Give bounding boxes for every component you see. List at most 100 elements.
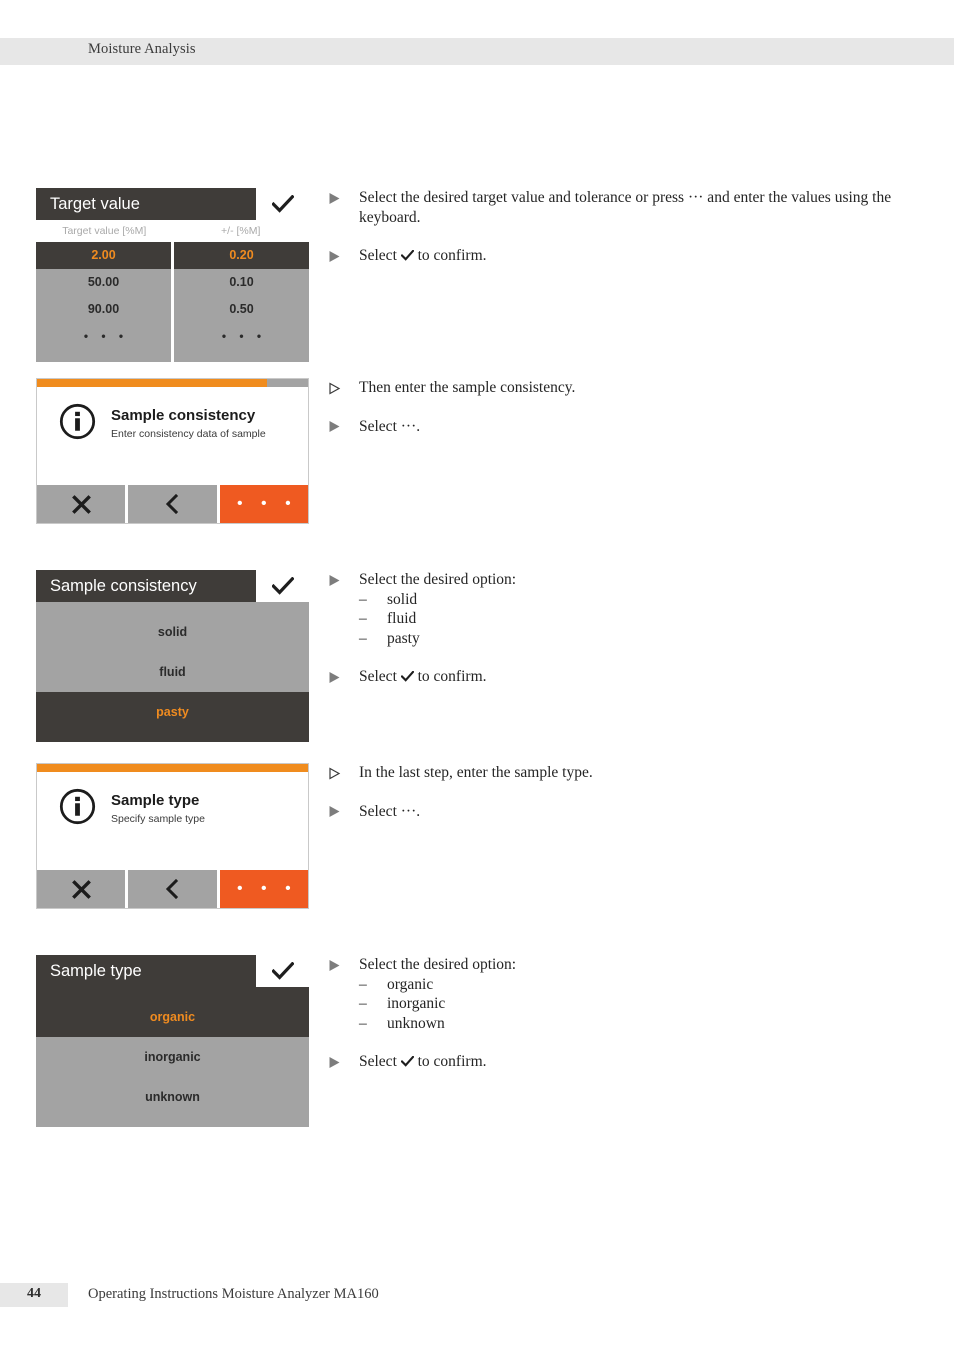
instruction-item: Select the desired option: – organic – ino… xyxy=(328,955,928,1033)
table-row[interactable]: 0.10 xyxy=(174,269,309,296)
info-dialog-subtitle: Enter consistency data of sample xyxy=(111,428,266,440)
check-icon xyxy=(271,195,294,213)
filled-triangle-icon xyxy=(329,421,340,432)
instruction-sub-list: – solid – fluid – pasty xyxy=(359,590,928,649)
filled-triangle-icon xyxy=(329,1056,340,1068)
instruction-item: Select the desired target value and tole… xyxy=(328,188,928,227)
list-item[interactable]: unknown xyxy=(36,1077,309,1117)
more-button[interactable]: • • • xyxy=(219,870,308,908)
device-title: Sample consistency xyxy=(36,570,256,602)
footer-text: Operating Instructions Moisture Analyzer… xyxy=(88,1286,379,1302)
info-dialog: Sample type Specify sample type • • • xyxy=(36,763,309,909)
table-row-more[interactable]: • • • xyxy=(36,323,171,350)
tolerance-column: 0.20 0.10 0.50 • • • xyxy=(174,242,309,362)
sub-list-item: – pasty xyxy=(359,629,928,649)
table-row-more[interactable]: • • • xyxy=(174,323,309,350)
instruction-text-after: to confirm. xyxy=(413,668,487,685)
close-x-icon xyxy=(71,879,91,899)
instruction-item: Select ···. xyxy=(328,417,928,437)
info-dialog-subtitle: Specify sample type xyxy=(111,813,205,825)
check-icon xyxy=(271,962,294,980)
list-item[interactable]: organic xyxy=(36,997,309,1037)
cancel-button[interactable] xyxy=(37,485,126,523)
sub-list-item: – inorganic xyxy=(359,994,928,1014)
table-row[interactable]: 0.20 xyxy=(174,242,309,269)
table-row[interactable]: 50.00 xyxy=(36,269,171,296)
back-button[interactable] xyxy=(128,485,217,523)
instruction-text: Select the desired option: xyxy=(359,956,517,973)
list-item[interactable]: pasty xyxy=(36,692,309,732)
sub-list-item: – solid xyxy=(359,590,928,610)
filled-triangle-icon xyxy=(329,574,340,586)
device-screen-sample-consistency-list[interactable]: Sample consistency solid fluid pasty xyxy=(36,570,309,742)
sub-list-label: pasty xyxy=(387,629,420,647)
sub-list-item: – unknown xyxy=(359,1014,928,1034)
check-icon xyxy=(400,671,414,682)
check-icon xyxy=(271,577,294,595)
sub-list-label: inorganic xyxy=(387,995,446,1012)
check-icon xyxy=(400,250,414,261)
info-dialog-body: Sample type Specify sample type xyxy=(37,772,308,870)
list-item[interactable]: inorganic xyxy=(36,1037,309,1077)
instruction-text-after: to confirm. xyxy=(413,247,487,264)
option-list: organic inorganic unknown xyxy=(36,987,309,1127)
table-row[interactable]: 90.00 xyxy=(36,296,171,323)
table-row[interactable]: 0.50 xyxy=(174,296,309,323)
sub-list-item: – fluid xyxy=(359,609,928,629)
progress-bar-track xyxy=(37,379,308,387)
table-row[interactable]: 2.00 xyxy=(36,242,171,269)
confirm-button[interactable] xyxy=(256,570,309,602)
dash-marker: – xyxy=(359,1014,367,1032)
progress-bar-fill xyxy=(37,379,268,387)
back-button[interactable] xyxy=(128,870,217,908)
device-screen-sample-consistency-info[interactable]: Sample consistency Enter consistency dat… xyxy=(36,378,309,524)
chevron-left-icon xyxy=(166,494,179,514)
list-item[interactable]: solid xyxy=(36,612,309,652)
instruction-text: Select ···. xyxy=(359,417,421,435)
instruction-text-after: to confirm. xyxy=(413,1053,487,1070)
instruction-item: Select to confirm. xyxy=(328,246,928,266)
device-screen-sample-type-info[interactable]: Sample type Specify sample type • • • xyxy=(36,763,309,909)
device-titlebar: Target value xyxy=(36,188,309,220)
info-dialog-title: Sample type xyxy=(111,792,200,809)
instruction-text: In the last step, enter the sample type. xyxy=(359,764,593,781)
confirm-button[interactable] xyxy=(256,955,309,987)
list-spacer xyxy=(36,732,309,742)
dash-marker: – xyxy=(359,975,367,993)
progress-bar-fill xyxy=(37,764,308,772)
dash-marker: – xyxy=(359,610,367,627)
page-header-title: Moisture Analysis xyxy=(88,41,196,57)
list-item[interactable]: fluid xyxy=(36,652,309,692)
target-value-column: 2.00 50.00 90.00 • • • xyxy=(36,242,171,362)
device-titlebar: Sample consistency xyxy=(36,570,309,602)
column-filler xyxy=(174,350,309,362)
instruction-text-before: Select xyxy=(359,247,401,264)
filled-triangle-icon xyxy=(329,959,340,971)
info-dialog-buttons: • • • xyxy=(37,870,308,908)
dash-marker: – xyxy=(359,995,367,1012)
sub-list-label: solid xyxy=(387,590,418,608)
cancel-button[interactable] xyxy=(37,870,126,908)
instruction-sub-list: – organic – inorganic – unknown xyxy=(359,975,928,1034)
sub-list-label: organic xyxy=(387,975,434,993)
device-screen-target-value[interactable]: Target value Target value [%M] +/- [%M] … xyxy=(36,188,309,362)
instruction-item: Select ···. xyxy=(328,802,928,822)
option-list: solid fluid pasty xyxy=(36,602,309,742)
sub-list-item: – organic xyxy=(359,975,928,995)
footer-page-number: 44 xyxy=(27,1286,41,1301)
instruction-item: Select to confirm. xyxy=(328,1052,928,1072)
list-spacer xyxy=(36,987,309,997)
instruction-item: Select to confirm. xyxy=(328,667,928,687)
column-filler xyxy=(36,350,171,362)
device-screen-sample-type-list[interactable]: Sample type organic inorganic unknown xyxy=(36,955,309,1127)
more-button[interactable]: • • • xyxy=(219,485,308,523)
ellipsis-icon: • • • xyxy=(236,880,298,897)
instruction-item: Then enter the sample consistency. xyxy=(328,378,928,398)
info-icon xyxy=(59,403,96,440)
device-title: Target value xyxy=(36,188,256,220)
filled-triangle-icon xyxy=(329,192,340,204)
instructions-sample-type-info: In the last step, enter the sample type.… xyxy=(328,763,928,821)
info-dialog-buttons: • • • xyxy=(37,485,308,523)
instruction-item: In the last step, enter the sample type. xyxy=(328,763,928,783)
confirm-button[interactable] xyxy=(256,188,309,220)
